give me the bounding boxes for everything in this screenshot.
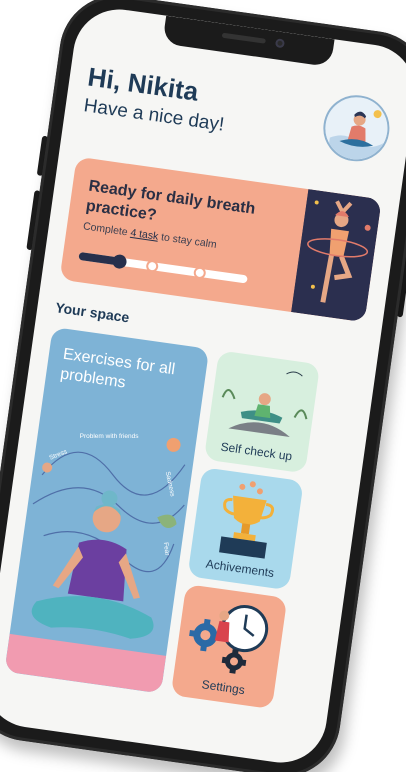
task-count-link[interactable]: 4 task	[130, 227, 159, 243]
meditation-illustration: Stress Problem with friends Sadness Fear	[4, 433, 186, 694]
progress-handle[interactable]	[111, 253, 128, 270]
front-camera	[274, 38, 286, 49]
space-grid: Exercises for all problems Stress Proble…	[4, 326, 358, 720]
tree-pose-icon	[291, 189, 382, 323]
exercise-tag: Problem with friends	[80, 433, 140, 440]
breath-progress-bar[interactable]	[78, 251, 248, 284]
breath-practice-banner[interactable]: Ready for daily breath practice? Complet…	[59, 156, 382, 323]
gear-icon	[189, 605, 269, 674]
banner-text-prefix: Complete	[82, 220, 129, 239]
avatar[interactable]	[319, 90, 394, 166]
meditation-avatar-illustration	[325, 97, 392, 166]
self-check-card[interactable]: Self check up	[203, 350, 321, 474]
exercise-tag: Sadness	[164, 471, 176, 498]
exercises-card-label: Exercises for all problems	[59, 345, 177, 392]
settings-card[interactable]: Settings	[170, 584, 288, 710]
self-check-illustration	[221, 371, 308, 437]
phone-device: Hi, Nikita Have a nice day! Ready for da…	[0, 0, 406, 772]
phone-mockup-stage: Hi, Nikita Have a nice day! Ready for da…	[0, 0, 406, 772]
trophy-icon	[219, 481, 275, 559]
banner-text-suffix: to stay calm	[160, 231, 218, 251]
exercise-tag: Fear	[162, 542, 171, 557]
speaker-grille	[221, 32, 266, 44]
progress-step-marker	[147, 261, 157, 271]
achievements-card[interactable]: Achivements	[187, 467, 304, 591]
yoga-pose-illustration	[291, 189, 382, 323]
header: Hi, Nikita Have a nice day!	[80, 62, 396, 180]
progress-step-marker	[195, 268, 205, 278]
